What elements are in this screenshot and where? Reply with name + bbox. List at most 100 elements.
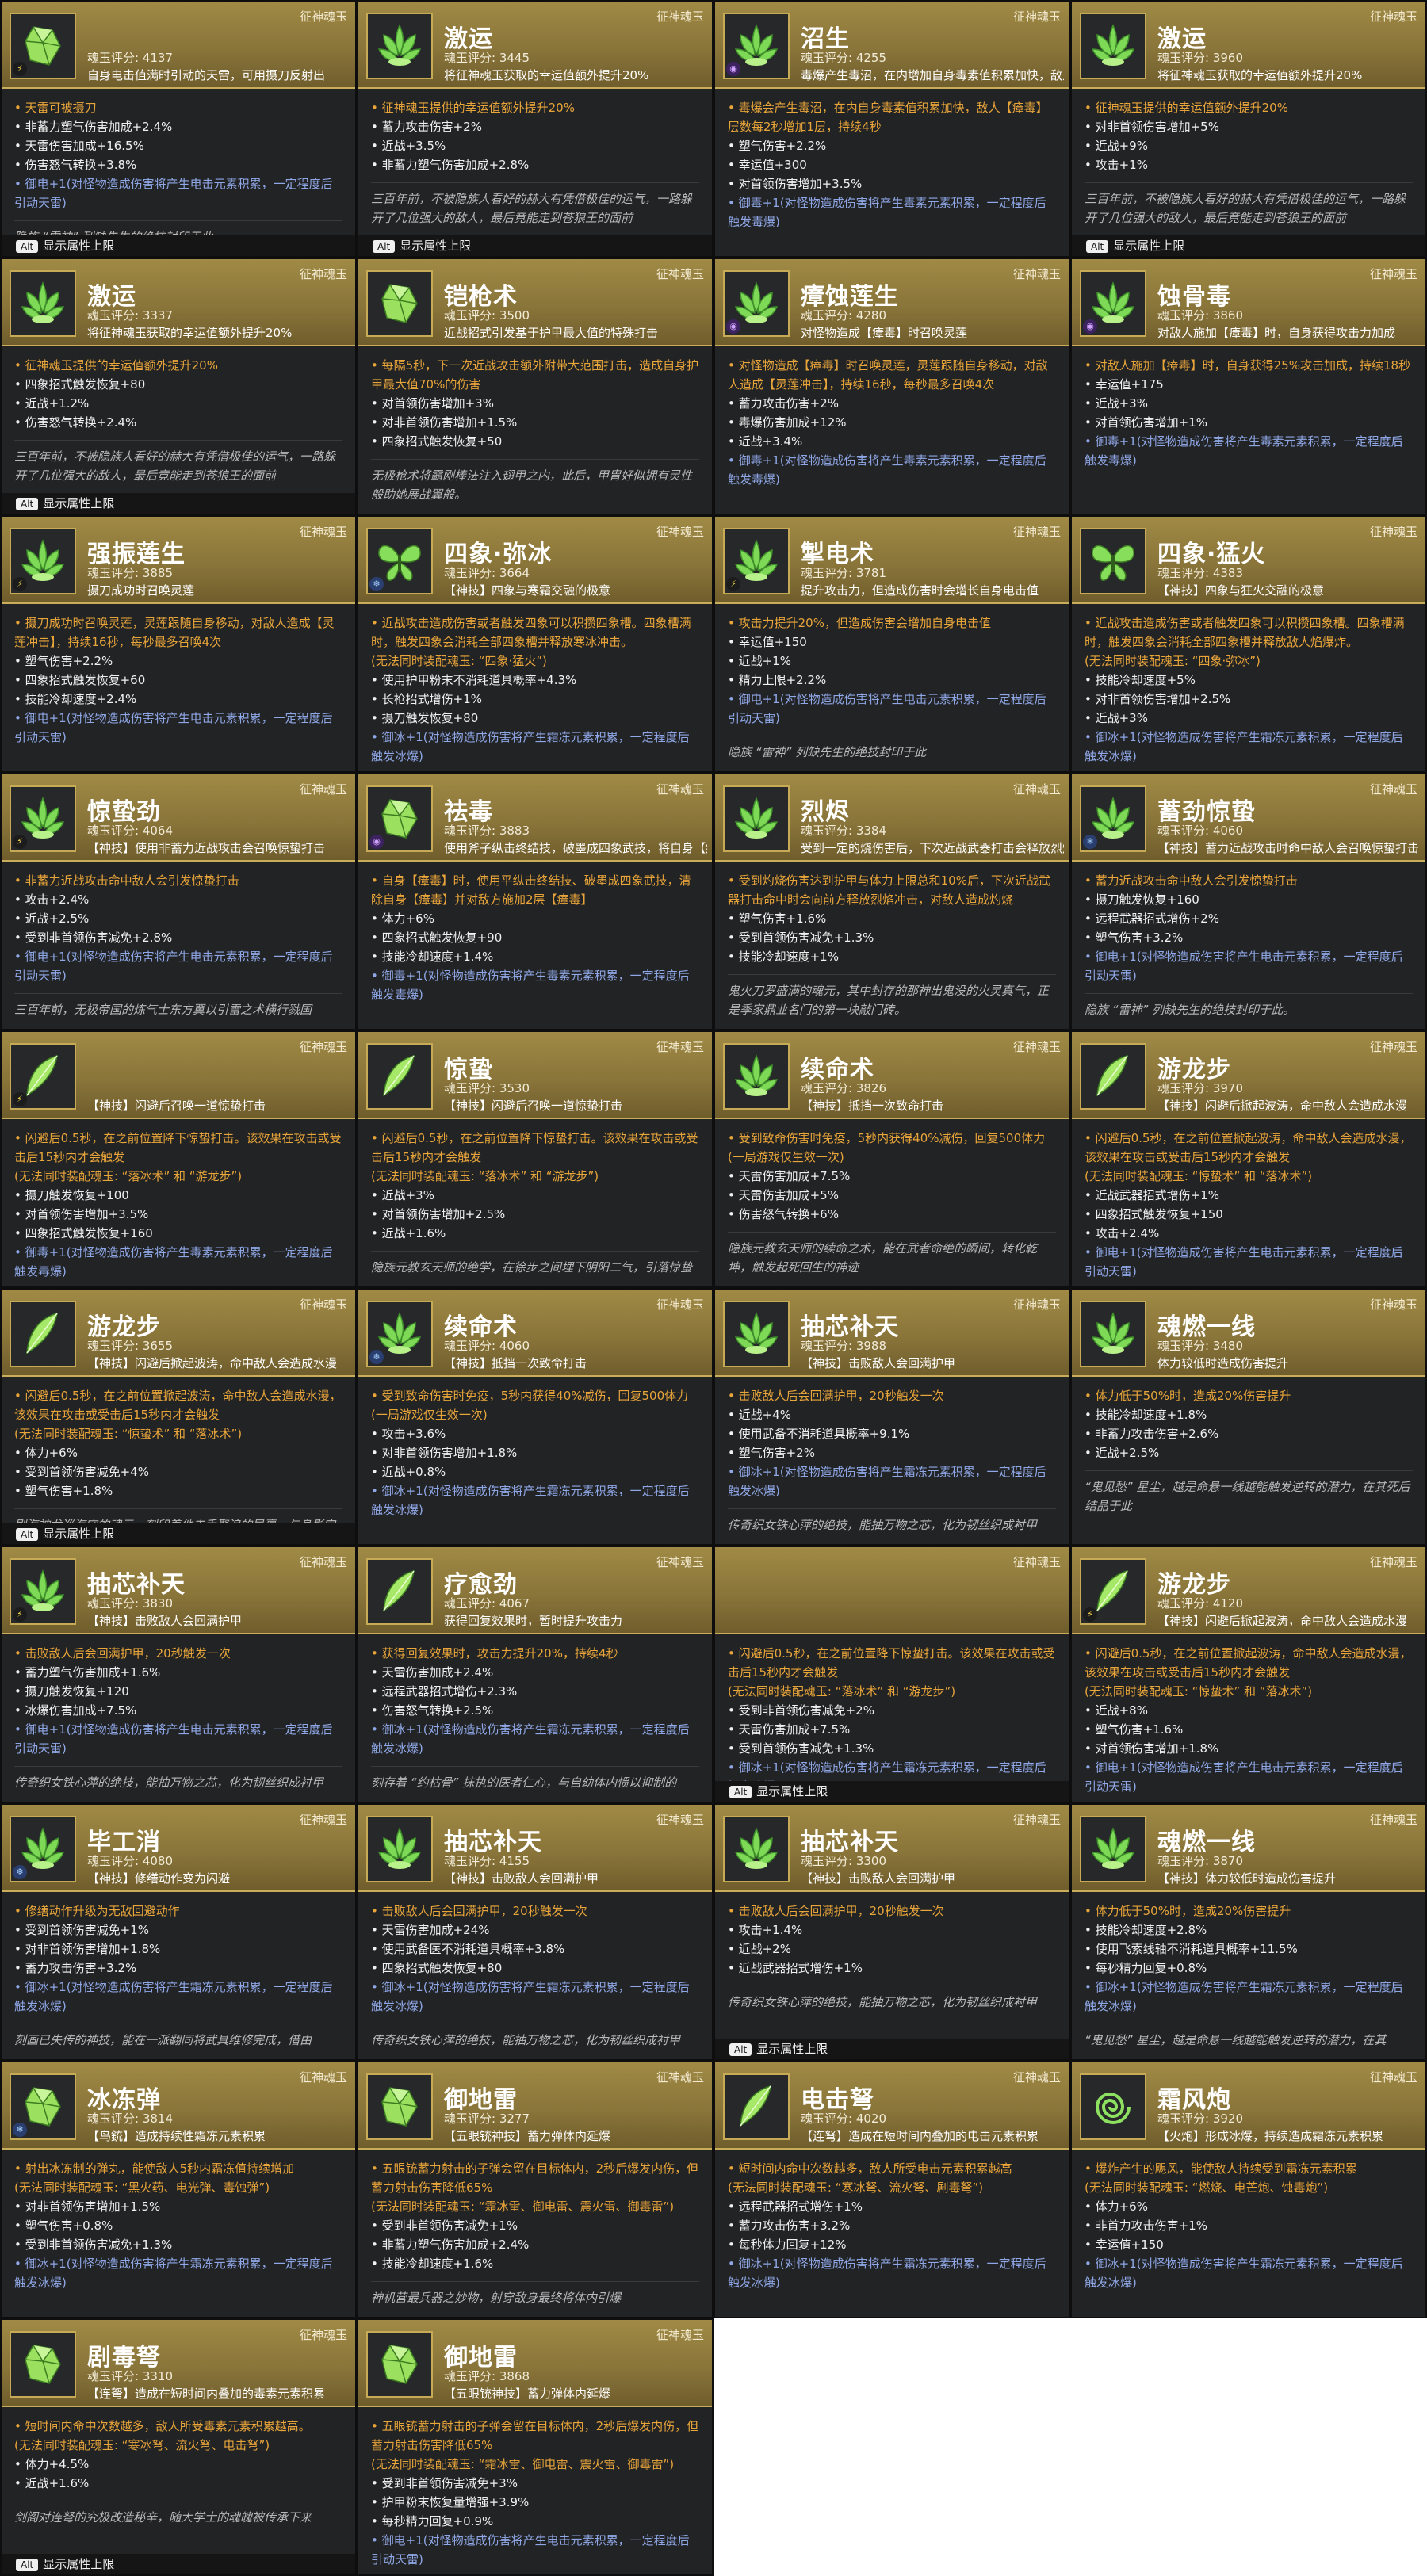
show-stat-cap-hint[interactable]: Alt 显示属性上限 (1072, 235, 1425, 256)
element-line: • 御冰+1(对怪物造成伤害将产生霜冻元素积累，一定程度后触发冰爆) (1085, 730, 1403, 763)
stat-line: • 四象招式触发恢复+90 (371, 931, 503, 945)
feather-jade-icon: ⚡ (10, 1043, 76, 1110)
jade-description: 【神技】抵挡一次致命打击 (801, 1099, 944, 1113)
card-body: • 对敌人施加【瘴毒】时，自身获得25%攻击加成，持续18秒 • 幸运值+175 •… (1072, 346, 1425, 470)
effect-line: (无法同时装配魂玉: “落冰术” 和 “游龙步”) (728, 1684, 956, 1699)
card-body: • 征神魂玉提供的幸运值额外提升20% • 对非首领伤害增加+5% • 近战+9% •… (1072, 89, 1425, 227)
stat-line: • 塑气伤害+2.2% (728, 139, 827, 153)
element-line: • 御电+1(对怪物造成伤害将产生电击元素积累，一定程度后引动天雷) (728, 692, 1046, 725)
jade-score: 魂玉评分: 4020 (801, 2112, 886, 2126)
stat-line: • 近战+2.5% (14, 912, 90, 926)
stat-line: • 对首领伤害增加+1% (1085, 415, 1207, 430)
show-stat-cap-label: 显示属性上限 (400, 239, 472, 253)
element-line: • 御电+1(对怪物造成伤害将产生电击元素积累，一定程度后引动天雷) (371, 2533, 690, 2566)
stat-line: • 对非首领伤害增加+1.5% (371, 415, 518, 430)
jade-description: 【神技】击败敌人会回满护甲 (801, 1871, 956, 1886)
jade-description: 【神技】闪避后掀起波涛，命中敌人会造成水漫 (87, 1356, 338, 1370)
jade-description: 【神技】四象与寒霜交融的极意 (444, 583, 611, 598)
flavor-text: 三百年前，无极帝国的炼气士东方翼以引雷之术横行戮国 (14, 993, 342, 1019)
stat-line: • 对首领伤害增加+1.8% (1085, 1741, 1219, 1756)
show-stat-cap-hint[interactable]: Alt 显示属性上限 (2, 1523, 355, 1544)
stat-line: • 近战+8% (1085, 1703, 1148, 1718)
soul-jade-card: 征神魂玉 激运 魂玉评分: 3445 将征神魂玉获取的幸运值额外提升20% • 征神魂玉… (357, 0, 714, 258)
ice-element-icon: ❄ (13, 1865, 27, 1879)
stat-line: • 天雷伤害加成+7.5% (728, 1169, 851, 1183)
alt-keycap: Alt (16, 2559, 39, 2571)
show-stat-cap-hint[interactable]: Alt 显示属性上限 (2, 235, 355, 256)
soul-jade-card: 征神魂玉 激运 魂玉评分: 3337 将征神魂玉获取的幸运值额外提升20% • 征神魂玉… (0, 258, 357, 515)
crystal-jade-icon (366, 270, 433, 337)
card-header: 征神魂玉 ❄ 续命术 魂玉评分: 4060 【神技】抵挡一次致命打击 (358, 1290, 712, 1377)
soul-jade-card: 征神魂玉 烈烬 魂玉评分: 3384 受到一定的烧伤害后，下次近战武器打击会释放烈焰 •… (714, 773, 1070, 1030)
jade-description: 体力较低时造成伤害提升 (1157, 1356, 1289, 1370)
effect-line: • 受到致命伤害时免疫，5秒内获得40%减伤，回复500体力(一局游戏仅生效一次… (371, 1389, 689, 1422)
soul-jade-card: 征神魂玉 ⚡ 魂玉评分: 4137 自身电击值满时引动的天雷，可用摄刀反射出 • 天雷可… (0, 0, 357, 258)
card-body: • 获得回复效果时，攻击力提升20%，持续4秒 • 天雷伤害加成+2.4% • 远程… (358, 1634, 712, 1792)
effect-line: • 短时间内命中次数越多，敌人所受毒素元素积累越高。 (14, 2419, 311, 2433)
element-line: • 御冰+1(对怪物造成伤害将产生霜冻元素积累，一定程度后触发冰爆) (728, 1465, 1046, 1498)
jade-description: 【神技】击败敌人会回满护甲 (801, 1356, 956, 1370)
card-header: 征神魂玉 ❄ 四象·弥冰 魂玉评分: 3664 【神技】四象与寒霜交融的极意 (358, 517, 712, 604)
card-header: 征神魂玉 续命术 魂玉评分: 3826 【神技】抵挡一次致命打击 (715, 1032, 1069, 1119)
category-tag: 征神魂玉 (1369, 1298, 1417, 1312)
element-line: • 御电+1(对怪物造成伤害将产生电击元素积累，一定程度后引动天雷) (14, 1722, 333, 1756)
card-body: • 受到灼烧伤害达到护甲与体力上限总和10%后，下次近战武器打击命中时会向前方释… (715, 862, 1069, 1019)
jade-description: 使用斧子纵击终结技，破墨成四象武技，将自身【瘴毒】转 (444, 841, 707, 855)
alt-keycap: Alt (16, 240, 39, 253)
jade-score: 魂玉评分: 3970 (1157, 1081, 1243, 1095)
jade-description: 【神技】击败敌人会回满护甲 (87, 1614, 243, 1628)
stat-line: • 攻击+1.4% (728, 1923, 803, 1937)
card-header: 征神魂玉 ⚡ 抽芯补天 魂玉评分: 3830 【神技】击败敌人会回满护甲 (2, 1547, 355, 1634)
stat-line: • 受到首领伤害减免+4% (14, 1465, 149, 1479)
ice-element-icon: ❄ (369, 577, 384, 591)
card-body: • 短时间内命中次数越多，敌人所受毒素元素积累越高。 (无法同时装配魂玉: “寒冰… (2, 2407, 355, 2527)
ice-element-icon: ❄ (369, 1350, 384, 1364)
effect-line: • 天雷可被摄刀 (14, 101, 97, 115)
show-stat-cap-hint[interactable]: Alt 显示属性上限 (2, 493, 355, 514)
stat-line: • 塑气伤害+3.2% (1085, 931, 1184, 945)
jade-description: 获得回复效果时，暂时提升攻击力 (444, 1614, 623, 1628)
effect-line: • 闪避后0.5秒，在之前位置掀起波涛，命中敌人会造成水漫，该效果在攻击或受击后… (1085, 1131, 1412, 1164)
stat-line: • 蓄力攻击伤害+3.2% (728, 2219, 851, 2233)
soul-jade-card: 征神魂玉 ⚡ 掣电术 魂玉评分: 3781 提升攻击力，但造成伤害时会增长自身电击值 • … (714, 515, 1070, 773)
soul-jade-card: 征神魂玉 魂燃一线 魂玉评分: 3480 体力较低时造成伤害提升 • 体力低于50%时，… (1070, 1288, 1427, 1546)
flavor-text: 刻存着 “约枯骨” 抹执的医者仁心，与自幼体内惯以抑制的 (371, 1766, 699, 1792)
effect-line: (无法同时装配魂玉: “霜冰雷、御电雷、震火雷、御毒雷”) (371, 2200, 675, 2214)
stat-line: • 受到非首领伤害减免+1.3% (14, 2238, 173, 2252)
card-body: • 短时间内命中次数越多，敌人所受电击元素积累越高 (无法同时装配魂玉: “寒冰弩… (715, 2150, 1069, 2292)
show-stat-cap-hint[interactable]: Alt 显示属性上限 (358, 235, 712, 256)
category-tag: 征神魂玉 (299, 1555, 347, 1569)
element-line: • 御毒+1(对怪物造成伤害将产生毒素元素积累，一定程度后触发毒爆) (1085, 434, 1403, 468)
lotus-jade-icon (10, 270, 76, 337)
effect-line: • 获得回复效果时，攻击力提升20%，持续4秒 (371, 1646, 618, 1661)
effect-line: • 五眼铳蓄力射击的子弹会留在目标体内，2秒后爆发内伤，但蓄力射击伤害降低65% (371, 2419, 699, 2452)
stat-line: • 蓄力塑气伤害加成+1.6% (14, 1665, 161, 1680)
effect-line: • 击败敌人后会回满护甲，20秒触发一次 (728, 1389, 944, 1403)
stat-line: • 体力+6% (1085, 2200, 1148, 2214)
flavor-text: 三百年前，不被隐族人看好的赫大有凭借极佳的运气，一路躲开了几位强大的敌人，最后竟… (14, 440, 342, 485)
stat-line: • 四象招式触发恢复+80 (371, 1961, 503, 1975)
show-stat-cap-hint[interactable]: Alt 显示属性上限 (715, 1781, 1069, 1802)
effect-line: • 对怪物造成【瘴毒】时召唤灵莲，灵莲跟随自身移动，对敌人造成【灵莲冲击】，持续… (728, 358, 1048, 392)
lightning-element-icon: ⚡ (1083, 1607, 1097, 1622)
stat-line: • 受到首领伤害减免+1.3% (728, 1741, 874, 1756)
category-tag: 征神魂玉 (656, 1040, 704, 1054)
effect-line: (无法同时装配魂玉: “落冰术” 和 “游龙步”) (371, 1169, 599, 1183)
element-line: • 御电+1(对怪物造成伤害将产生电击元素积累，一定程度后引动天雷) (1085, 950, 1403, 983)
category-tag: 征神魂玉 (1012, 525, 1061, 539)
effect-line: • 击败敌人后会回满护甲，20秒触发一次 (728, 1904, 944, 1918)
show-stat-cap-hint[interactable]: Alt 显示属性上限 (715, 2039, 1069, 2059)
soul-jade-card: 征神魂玉 ⚡ 惊蛰劲 魂玉评分: 4064 【神技】使用非蓄力近战攻击会召唤惊蛰打击 • … (0, 773, 357, 1030)
stat-line: • 每秒精力回复+0.8% (1085, 1961, 1207, 1975)
effect-line: (无法同时装配魂玉: “惊蛰术” 和 “落冰术”) (1085, 1169, 1313, 1183)
card-header: 征神魂玉 电击弩 魂玉评分: 4020 【连弩】造成在短时间内叠加的电击元素积累 (715, 2062, 1069, 2150)
category-tag: 征神魂玉 (299, 1298, 347, 1312)
soul-jade-card: 征神魂玉 剧毒弩 魂玉评分: 3310 【连弩】造成在短时间内叠加的毒素元素积累 • 短… (0, 2318, 357, 2576)
card-header: 征神魂玉 抽芯补天 魂玉评分: 3300 【神技】击败敌人会回满护甲 (715, 1805, 1069, 1892)
stat-line: • 摄刀触发恢复+120 (14, 1684, 129, 1699)
alt-keycap: Alt (1086, 240, 1109, 253)
show-stat-cap-hint[interactable]: Alt 显示属性上限 (2, 2554, 355, 2574)
poison-element-icon: ◉ (369, 835, 384, 849)
jade-score: 魂玉评分: 3960 (1157, 51, 1243, 65)
card-body: • 近战攻击造成伤害或者触发四象可以积攒四象槽。四象槽满时，触发四象会消耗全部四… (1072, 604, 1425, 766)
